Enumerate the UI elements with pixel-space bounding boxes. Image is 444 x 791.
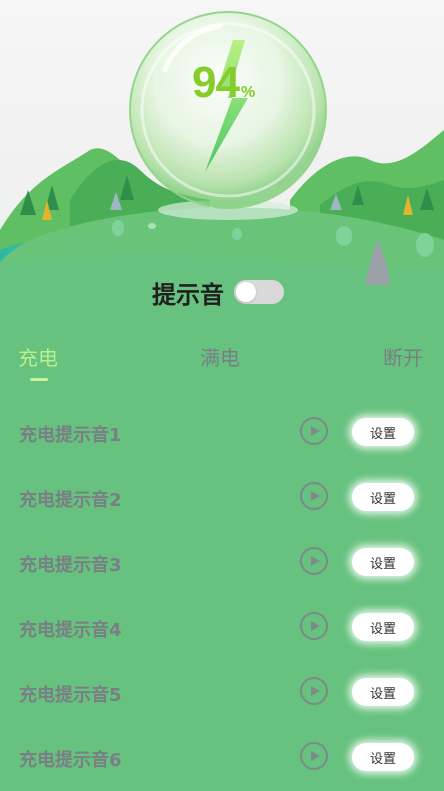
battery-percent-sign: %: [240, 84, 256, 101]
sound-toggle-knob: [236, 282, 256, 302]
list-item: 充电提示音1 设置: [0, 401, 444, 466]
play-button[interactable]: [300, 547, 328, 575]
play-icon: [311, 556, 320, 566]
list-item-label: 充电提示音2: [19, 490, 122, 511]
set-button[interactable]: 设置: [352, 418, 414, 446]
tab-disconnect[interactable]: 断开: [383, 342, 423, 371]
list-item: 充电提示音6 设置: [0, 726, 444, 791]
play-button[interactable]: [300, 612, 328, 640]
tab-active-indicator: [30, 378, 48, 381]
landscape-illustration: [0, 11, 444, 300]
tab-charging[interactable]: 充电: [18, 342, 58, 371]
sound-toggle[interactable]: [234, 280, 284, 304]
sound-label: 提示音: [152, 280, 224, 309]
play-icon: [311, 751, 320, 761]
battery-percent: 94 %: [192, 58, 255, 108]
list-item-label: 充电提示音5: [19, 685, 122, 706]
play-icon: [311, 621, 320, 631]
play-icon: [311, 491, 320, 501]
hero-illustration: 94 %: [0, 0, 444, 300]
play-button[interactable]: [300, 677, 328, 705]
play-icon: [311, 426, 320, 436]
battery-percent-value: 94: [192, 58, 240, 107]
list-item: 充电提示音5 设置: [0, 661, 444, 726]
set-button[interactable]: 设置: [352, 613, 414, 641]
set-button[interactable]: 设置: [352, 548, 414, 576]
set-button[interactable]: 设置: [352, 743, 414, 771]
sound-setting-row: 提示音: [152, 274, 284, 310]
tab-full-charge[interactable]: 满电: [200, 342, 240, 371]
list-item: 充电提示音2 设置: [0, 466, 444, 531]
list-item: 充电提示音4 设置: [0, 596, 444, 661]
list-item-label: 充电提示音1: [19, 425, 122, 446]
tab-bar: 充电 满电 断开: [0, 342, 444, 386]
play-button[interactable]: [300, 482, 328, 510]
sound-list: 充电提示音1 设置 充电提示音2 设置 充电提示音3 设置 充电提示音4 设置 …: [0, 401, 444, 791]
set-button[interactable]: 设置: [352, 483, 414, 511]
set-button[interactable]: 设置: [352, 678, 414, 706]
play-button[interactable]: [300, 742, 328, 770]
list-item: 充电提示音3 设置: [0, 531, 444, 596]
play-icon: [311, 686, 320, 696]
list-item-label: 充电提示音4: [19, 620, 122, 641]
list-item-label: 充电提示音3: [19, 555, 122, 576]
list-item-label: 充电提示音6: [19, 750, 122, 771]
play-button[interactable]: [300, 417, 328, 445]
